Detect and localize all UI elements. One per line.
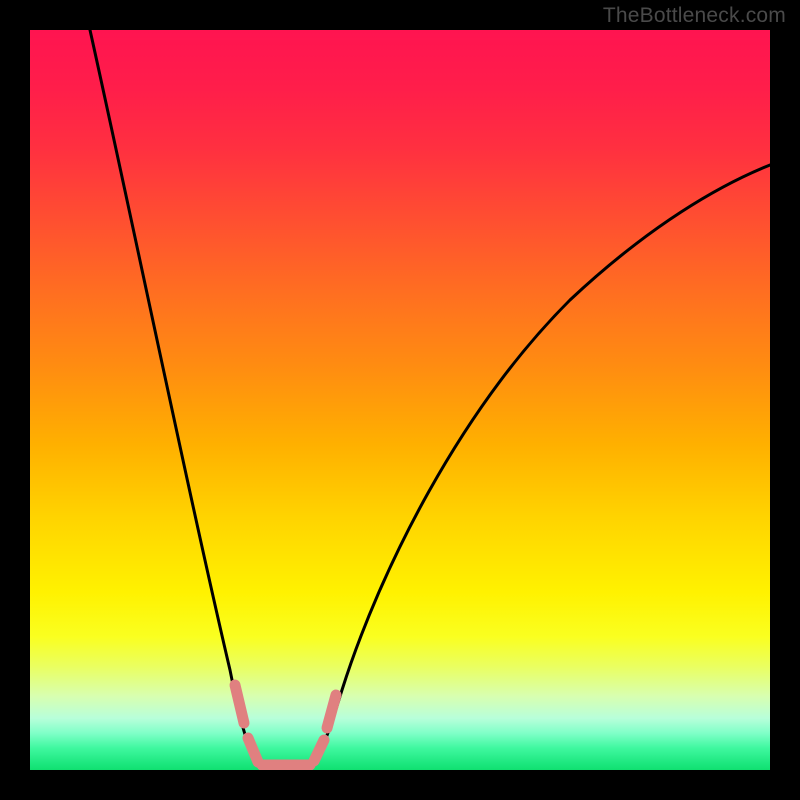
marker-seg-5: [327, 695, 336, 728]
curve-layer: [30, 30, 770, 770]
chart-frame: TheBottleneck.com: [0, 0, 800, 800]
marker-segments: [235, 685, 336, 765]
v-curve: [90, 30, 770, 769]
marker-seg-1: [235, 685, 244, 723]
plot-area: [30, 30, 770, 770]
watermark-text: TheBottleneck.com: [603, 4, 786, 28]
marker-seg-4: [314, 740, 324, 761]
marker-seg-2: [248, 738, 258, 762]
